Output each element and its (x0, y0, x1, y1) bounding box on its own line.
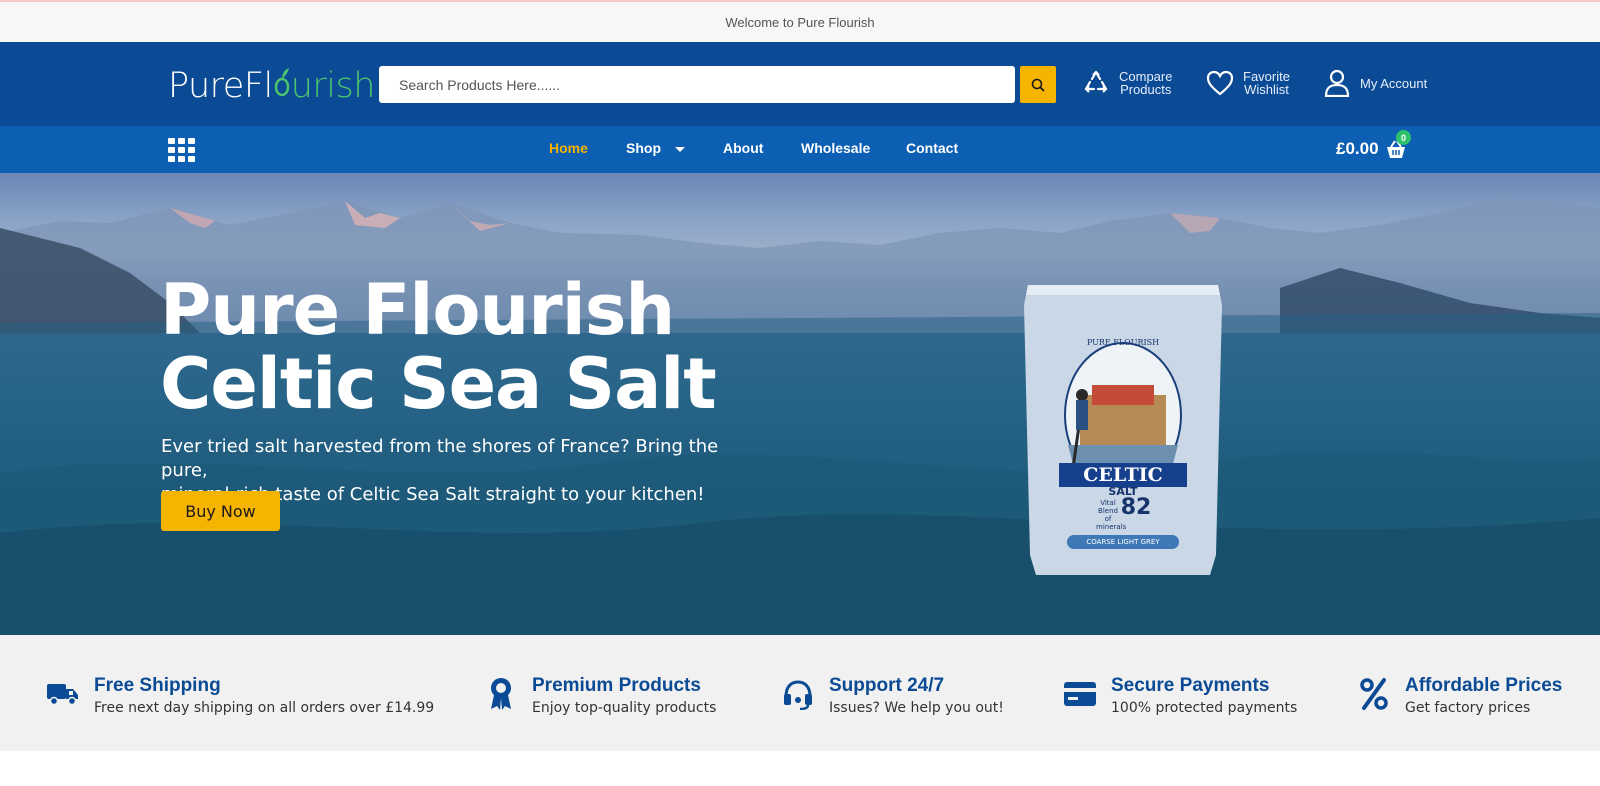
award-icon (491, 678, 511, 710)
compare-line2: Products (1120, 82, 1172, 97)
features-strip: Free Shipping Free next day shipping on … (0, 635, 1600, 751)
feature-title: Premium Products (532, 675, 701, 696)
feature-desc: Get factory prices (1405, 700, 1531, 716)
wishlist-line2: Wishlist (1244, 82, 1289, 97)
feature-support: Support 24/7 Issues? We help you out! (781, 675, 1004, 717)
feature-title: Free Shipping (94, 675, 221, 696)
leaf-icon (274, 68, 289, 97)
hero-title: Pure Flourish Celtic Sea Salt (160, 269, 717, 425)
main-navigation: Home Shop About Wholesale Contact £0.00 … (0, 126, 1600, 173)
feature-premium-products: Premium Products Enjoy top-quality produ… (484, 675, 716, 717)
bag-brand: PURE FLOURISH (1086, 338, 1160, 347)
bag-blend-number: 82 (1120, 495, 1152, 520)
nav-contact[interactable]: Contact (906, 140, 958, 156)
cart-count-badge: 0 (1396, 130, 1411, 145)
bag-product-name: CELTIC (1059, 463, 1187, 487)
truck-icon (47, 684, 78, 706)
feature-desc: Issues? We help you out! (829, 700, 1004, 716)
feature-affordable-prices: Affordable Prices Get factory prices (1357, 675, 1562, 717)
search-input[interactable] (399, 76, 1015, 93)
feature-title: Support 24/7 (829, 675, 945, 696)
nav-shop[interactable]: Shop (626, 140, 685, 156)
site-logo[interactable]: PureFl urish (168, 66, 375, 106)
search-icon (1031, 78, 1045, 92)
feature-desc: 100% protected payments (1111, 700, 1298, 716)
nav-about[interactable]: About (723, 140, 763, 156)
logo-text-part1: PureFl (168, 66, 273, 106)
bag-blend-text: Vital Blend of minerals (1096, 499, 1127, 531)
credit-card-icon (1064, 682, 1096, 706)
buy-now-button[interactable]: Buy Now (161, 491, 280, 531)
hero-banner: Pure Flourish Celtic Sea Salt Ever tried… (0, 173, 1600, 635)
nav-shop-label: Shop (626, 140, 661, 156)
feature-desc: Enjoy top-quality products (532, 700, 717, 716)
top-welcome-bar: Welcome to Pure Flourish (0, 0, 1600, 42)
nav-home[interactable]: Home (549, 140, 588, 156)
categories-grid-icon[interactable] (168, 138, 195, 162)
hero-subtitle-line1: Ever tried salt harvested from the shore… (161, 436, 719, 481)
favorite-wishlist-link[interactable]: Favorite Wishlist (1205, 66, 1290, 100)
feature-free-shipping: Free Shipping Free next day shipping on … (46, 675, 434, 717)
hero-title-line2: Celtic Sea Salt (160, 343, 717, 425)
recycle-icon (1084, 70, 1108, 93)
compare-products-link[interactable]: Compare Products (1081, 66, 1172, 100)
site-header: PureFl urish Compare Product (0, 42, 1600, 126)
headset-icon (784, 680, 812, 710)
cart-total[interactable]: £0.00 (1336, 139, 1379, 159)
chevron-down-icon (675, 146, 685, 152)
percent-icon (1360, 678, 1388, 710)
feature-desc: Free next day shipping on all orders ove… (94, 700, 435, 716)
welcome-text: Welcome to Pure Flourish (725, 14, 875, 30)
product-bag-image[interactable] (1020, 285, 1226, 575)
hero-title-line1: Pure Flourish (160, 269, 675, 351)
my-account-link[interactable]: My Account (1322, 66, 1427, 100)
bag-variant: COARSE LIGHT GREY (1067, 535, 1179, 549)
user-icon (1324, 69, 1350, 97)
logo-text-part2: urish (290, 66, 376, 106)
feature-secure-payments: Secure Payments 100% protected payments (1063, 675, 1297, 717)
nav-wholesale[interactable]: Wholesale (801, 140, 870, 156)
feature-title: Affordable Prices (1405, 675, 1563, 696)
search-button[interactable] (1020, 66, 1056, 103)
search-bar (379, 66, 1015, 103)
heart-icon (1206, 70, 1234, 96)
feature-title: Secure Payments (1111, 675, 1270, 696)
my-account-label: My Account (1360, 75, 1428, 91)
